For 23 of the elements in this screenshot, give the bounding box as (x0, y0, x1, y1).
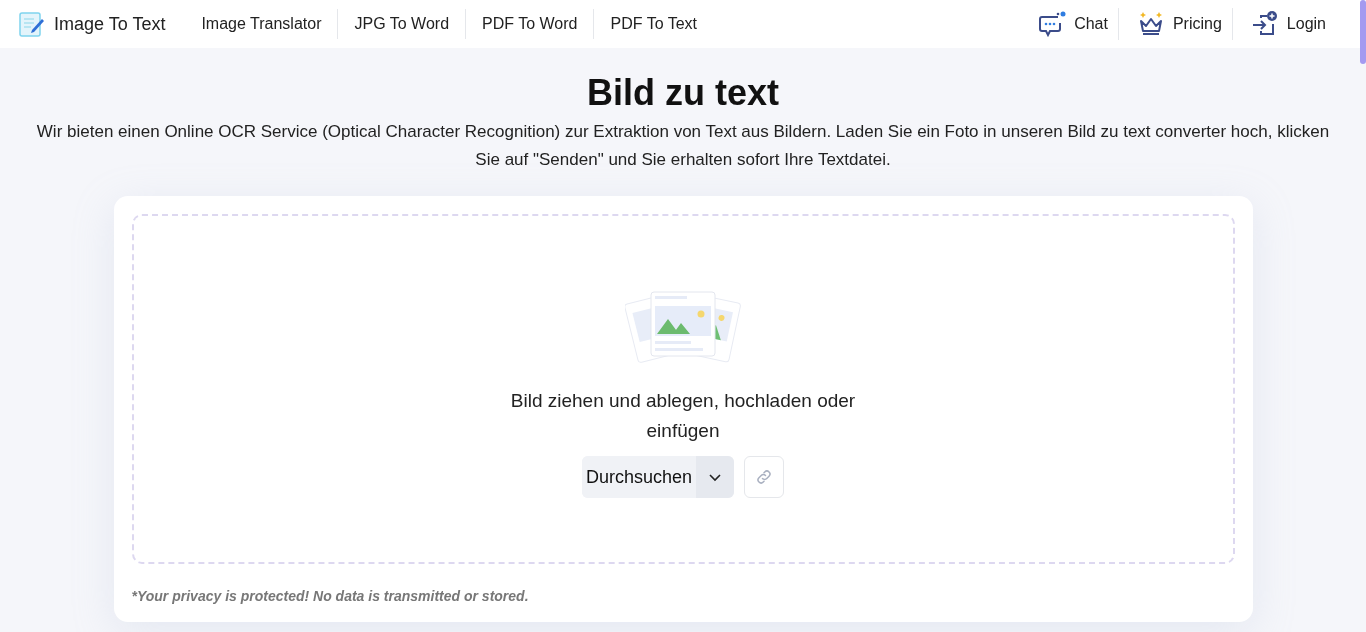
drop-zone[interactable]: Bild ziehen und ablegen, hochladen oder einfügen Durchsuchen (131, 214, 1235, 564)
chat-bubble-icon (1038, 11, 1067, 37)
nav-link[interactable]: PDF To Text (594, 9, 714, 39)
nav-link[interactable]: JPG To Word (338, 9, 467, 39)
pricing-link[interactable]: Pricing (1117, 8, 1232, 40)
link-icon (755, 468, 774, 486)
link-label: Login (1286, 14, 1326, 34)
logo-text[interactable]: Image To Text (54, 13, 166, 35)
upload-prompt: Bild ziehen und ablegen, hochladen oder einfügen (509, 389, 857, 443)
link-label: Pricing (1172, 14, 1222, 34)
login-link[interactable]: Login (1231, 8, 1336, 40)
nav-link[interactable]: Image Translator (185, 9, 339, 39)
chat-link[interactable]: Chat (1020, 8, 1118, 40)
privacy-note: *Your privacy is protected! No data is transmitted or stored. (131, 588, 530, 604)
page-title: Bild zu text (587, 72, 779, 114)
link-label: Chat (1074, 14, 1108, 34)
login-icon (1250, 10, 1279, 38)
notepad-pen-icon (18, 10, 46, 38)
url-button[interactable] (744, 456, 785, 498)
scrollbar-thumb[interactable] (1360, 0, 1366, 64)
dropdown-button[interactable] (696, 456, 735, 498)
page-description: Wir bieten einen Online OCR Service (Optical Character Recognition) zur Extraktion von Text aus Bildern. Laden Sie ein Foto in unseren Bild zu text converter hoch, klicken Sie auf "Senden" und Sie erhalten sofort Ihre Textdatei. (35, 121, 1331, 171)
nav-link[interactable]: PDF To Word (466, 9, 595, 39)
